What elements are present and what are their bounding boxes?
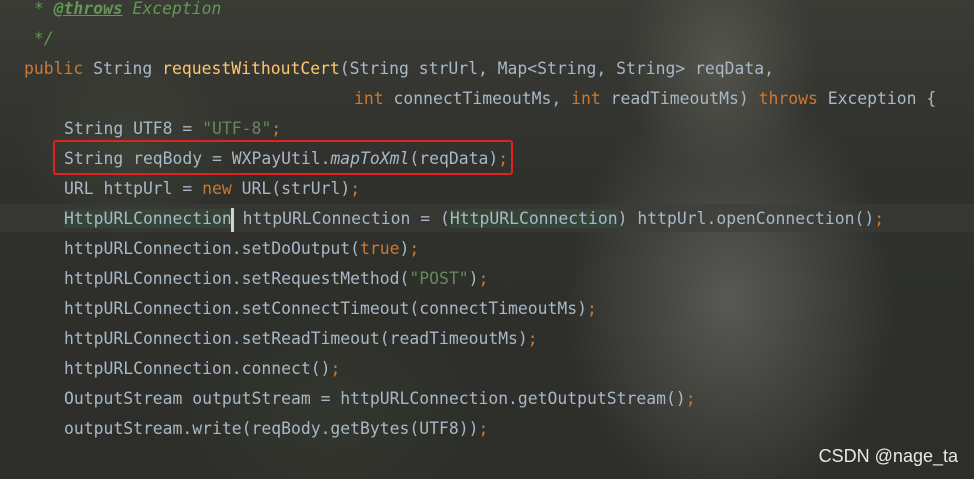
comment-close: */ xyxy=(24,29,54,48)
keyword-int: int xyxy=(354,89,384,108)
utf8-declaration: String UTF8 = xyxy=(64,119,203,138)
code-line-output-stream[interactable]: OutputStream outputStream = httpURLConne… xyxy=(64,384,696,414)
set-read-timeout-call: httpURLConnection.setReadTimeout(readTim… xyxy=(64,329,528,348)
code-line-open-connection[interactable]: HttpURLConnection httpURLConnection = (H… xyxy=(64,204,884,234)
open-connection-call: httpUrl.openConnection() xyxy=(627,209,875,228)
set-do-output-call: httpURLConnection.setDoOutput( xyxy=(64,239,361,258)
highlight-box-reqbody xyxy=(53,140,513,175)
post-string-literal: "POST" xyxy=(409,269,469,288)
semicolon: ; xyxy=(478,419,489,438)
code-editor[interactable]: * @throws Exception */ public String req… xyxy=(0,0,974,479)
cast-type-highlighted[interactable]: HttpURLConnection xyxy=(449,209,618,228)
param-read-timeout: readTimeoutMs) xyxy=(600,89,759,108)
code-line-method-signature[interactable]: public String requestWithoutCert(String … xyxy=(24,54,774,84)
code-line-set-read-timeout[interactable]: httpURLConnection.setReadTimeout(readTim… xyxy=(64,324,538,354)
set-request-method-call: httpURLConnection.setRequestMethod( xyxy=(64,269,410,288)
keyword-true: true xyxy=(360,239,400,258)
semicolon: ; xyxy=(330,359,341,378)
code-line-url[interactable]: URL httpUrl = new URL(strUrl); xyxy=(64,174,360,204)
write-call: outputStream.write(reqBody.getBytes(UTF8… xyxy=(64,419,479,438)
csdn-watermark: CSDN @nage_ta xyxy=(818,446,958,466)
code-line-set-connect-timeout[interactable]: httpURLConnection.setConnectTimeout(conn… xyxy=(64,294,597,324)
semicolon: ; xyxy=(527,329,538,348)
semicolon: ; xyxy=(685,389,696,408)
semicolon: ; xyxy=(350,179,361,198)
code-line-javadoc-close[interactable]: */ xyxy=(24,24,54,54)
cast-close-paren: ) xyxy=(617,209,628,228)
semicolon: ; xyxy=(587,299,597,318)
output-stream-declaration: OutputStream outputStream = httpURLConne… xyxy=(64,389,686,408)
code-line-connect[interactable]: httpURLConnection.connect(); xyxy=(64,354,340,384)
throws-exception: Exception { xyxy=(817,89,937,108)
set-connect-timeout-call: httpURLConnection.setConnectTimeout(conn… xyxy=(64,299,588,318)
connect-call: httpURLConnection.connect() xyxy=(64,359,331,378)
javadoc-throws-tag[interactable]: @throws xyxy=(54,0,123,18)
param-connect-timeout: connectTimeoutMs, xyxy=(383,89,572,108)
code-line-method-signature-cont[interactable]: int connectTimeoutMs, int readTimeoutMs)… xyxy=(354,84,936,114)
code-line-set-do-output[interactable]: httpURLConnection.setDoOutput(true); xyxy=(64,234,419,264)
keyword-int: int xyxy=(571,89,601,108)
code-line-write[interactable]: outputStream.write(reqBody.getBytes(UTF8… xyxy=(64,414,488,444)
cast-open-paren: ( xyxy=(440,209,450,228)
utf8-string-literal: "UTF-8" xyxy=(202,119,272,138)
close-paren: ) xyxy=(468,269,479,288)
return-type: String xyxy=(83,59,163,78)
keyword-new: new xyxy=(202,179,232,198)
keyword-public: public xyxy=(24,59,84,78)
semicolon: ; xyxy=(478,269,489,288)
comment-exception: Exception xyxy=(122,0,222,18)
connection-variable: httpURLConnection = xyxy=(232,209,440,228)
close-paren: ) xyxy=(399,239,410,258)
url-constructor: URL(strUrl) xyxy=(231,179,351,198)
comment-star: * xyxy=(24,0,54,18)
method-params: (String strUrl, Map<String, String> reqD… xyxy=(339,59,774,78)
keyword-throws: throws xyxy=(758,89,818,108)
method-name[interactable]: requestWithoutCert xyxy=(162,59,340,78)
url-declaration: URL httpUrl = xyxy=(64,179,203,198)
connection-type-highlighted[interactable]: HttpURLConnection xyxy=(64,209,232,228)
code-line-javadoc-throws[interactable]: * @throws Exception xyxy=(24,0,222,24)
code-line-set-request-method[interactable]: httpURLConnection.setRequestMethod("POST… xyxy=(64,264,488,294)
semicolon: ; xyxy=(409,239,420,258)
semicolon: ; xyxy=(874,209,885,228)
semicolon: ; xyxy=(271,119,282,138)
